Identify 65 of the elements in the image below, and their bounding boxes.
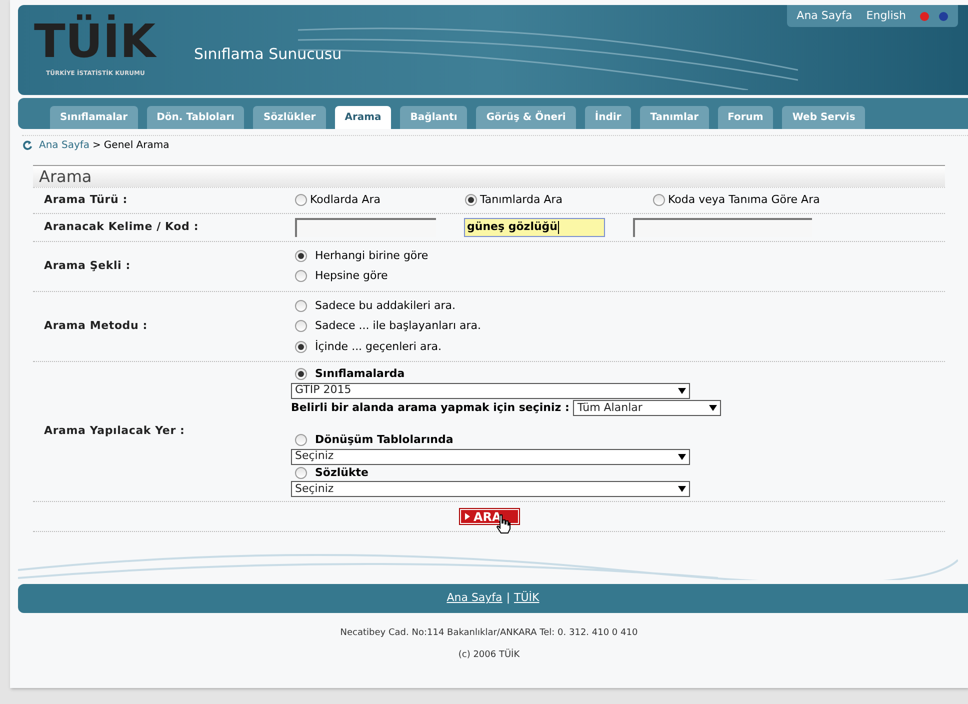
dropdown-arrow-icon [678,454,686,460]
radio-button[interactable] [295,340,307,353]
place-label: Dönüşüm Tablolarında [315,432,454,448]
dropdown[interactable]: Seçiniz [291,448,690,464]
nav-tab[interactable]: Bağlantı [400,106,468,129]
place-label: Sözlükte [315,464,369,480]
dropdown-arrow-icon [678,388,686,394]
field-label: Arama Şekli : [43,258,132,274]
logo[interactable]: TÜİK [32,13,158,69]
field-label: Arama Metodu : [43,318,148,334]
play-arrow-icon [464,513,470,520]
nav-tab[interactable]: Forum [718,106,774,129]
footer-address: Necatibey Cad. No:114 Bakanlıklar/ANKARA Tel: 0. 312. 410 0 410 [339,627,639,640]
dropdown[interactable]: Seçiniz [291,481,690,497]
radio-label: Sadece ... ile başlayanları ara. [315,318,481,334]
field-label: Belirli bir alanda arama yapmak için seçiniz : [291,400,570,416]
radio-button[interactable] [295,434,307,446]
field-label: Aranacak Kelime / Kod : [43,218,200,235]
dropdown[interactable]: Tüm Alanlar [573,400,722,416]
radio-label: Koda veya Tanıma Göre Ara [668,192,820,208]
footer-link[interactable]: Ana Sayfa [446,590,502,607]
radio-label: Sadece bu addakileri ara. [315,298,456,314]
nav-tab[interactable]: Dön. Tabloları [146,106,244,129]
breadcrumb-link[interactable]: Ana Sayfa [39,138,90,153]
form-title: Arama [39,166,92,188]
dropdown-arrow-icon [678,486,686,492]
nav-tab[interactable]: Tanımlar [640,106,709,129]
field-label: Arama Yapılacak Yer : [43,423,186,440]
radio-button[interactable] [295,466,307,479]
nav-tab[interactable]: Görüş & Öneri [476,106,576,129]
breadcrumb-current: Genel Arama [104,139,170,153]
nav-tab[interactable]: Sınıflamalar [50,106,138,129]
radio-button[interactable] [465,194,477,206]
radio-button[interactable] [295,300,307,312]
footer-link[interactable]: TÜİK [514,590,540,607]
search-field[interactable]: güneş gözlüğü [464,218,605,236]
radio-button[interactable] [295,250,307,262]
radio-label: Kodlarda Ara [310,192,381,208]
dropdown[interactable]: GTİP 2015 [291,382,690,398]
radio-label: Hepsine göre [315,268,388,284]
radio-label: İçinde ... geçenleri ara. [315,338,442,354]
flag-icon[interactable] [939,12,948,20]
footer-separator: | [506,590,510,606]
footer-copyright: (c) 2006 TÜİK [457,648,521,662]
radio-button[interactable] [295,320,307,332]
search-button[interactable]: ARA [460,509,518,524]
radio-button[interactable] [653,194,665,206]
flag-icon[interactable] [920,12,929,20]
dropdown-arrow-icon [709,404,718,411]
site-title: Sınıflama Sunucusu [194,44,342,65]
top-link[interactable]: Ana Sayfa [796,8,852,24]
radio-button[interactable] [295,270,307,282]
radio-button[interactable] [295,368,307,380]
nav-tab[interactable]: Arama [334,106,392,129]
radio-label: Herhangi birine göre [315,248,428,264]
breadcrumb-separator: > [92,139,101,153]
nav-tab[interactable]: İndir [584,106,632,129]
field-label: Arama Türü : [43,192,128,208]
top-link[interactable]: English [866,8,906,24]
radio-button[interactable] [295,194,307,206]
nav-tab[interactable]: Web Servis [782,106,866,129]
place-label: Sınıflamalarda [315,366,405,382]
radio-label: Tanımlarda Ara [480,192,563,208]
refresh-icon [22,140,33,151]
nav-tab[interactable]: Sözlükler [253,106,326,129]
